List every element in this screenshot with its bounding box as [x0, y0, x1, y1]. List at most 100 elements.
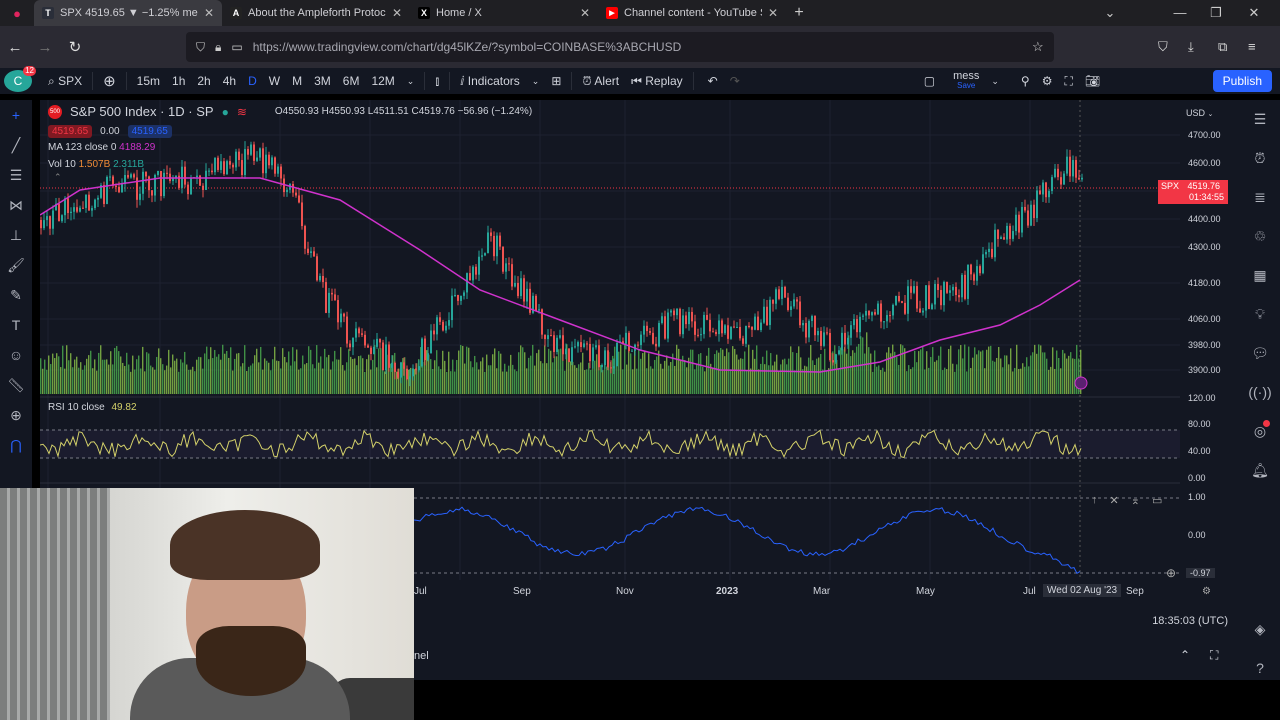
interval-w[interactable]: W: [263, 74, 286, 88]
rsi-legend[interactable]: RSI 10 close 49.82: [48, 402, 137, 413]
zoom-in-icon[interactable]: ⊕: [0, 400, 32, 430]
replay-button[interactable]: ⏮︎ Replay: [625, 74, 689, 89]
indicators-button[interactable]: ⅈ Indicators: [454, 74, 526, 88]
lock-icon[interactable]: 🔒︎: [215, 40, 221, 55]
bottom-tab-partial[interactable]: nel: [414, 650, 429, 662]
browser-tab-2[interactable]: X Home / X ✕: [410, 0, 598, 26]
object-tree-icon[interactable]: ≣: [1240, 178, 1280, 217]
maximize-panel-icon[interactable]: ⛶: [1210, 648, 1218, 663]
layout-name-button[interactable]: mess Save: [947, 71, 985, 91]
undo-icon[interactable]: ↶: [702, 74, 724, 88]
permissions-icon[interactable]: ▭: [231, 40, 242, 54]
close-tab-icon[interactable]: ✕: [768, 6, 778, 20]
interval-15m[interactable]: 15m: [131, 74, 166, 88]
hotlists-icon[interactable]: ♲: [1240, 217, 1280, 256]
add-plus-icon[interactable]: ⊕: [1166, 566, 1176, 580]
projection-icon[interactable]: ⊥: [0, 220, 32, 250]
streams-icon[interactable]: ◎: [1240, 412, 1280, 451]
utc-clock[interactable]: 18:35:03 (UTC): [1152, 615, 1228, 627]
interval-d[interactable]: D: [242, 74, 263, 88]
time-axis[interactable]: Jul Sep Nov 2023 Mar May Jul Wed 02 Aug …: [414, 584, 1240, 602]
brush-icon[interactable]: 🖌︎: [0, 250, 32, 280]
maximize-pane-icon[interactable]: ▭: [1152, 494, 1162, 507]
icons-smiley-icon[interactable]: ☺: [0, 340, 32, 370]
fullscreen-icon[interactable]: ⛶: [1058, 74, 1078, 89]
bid-pill[interactable]: 4519.65: [48, 125, 93, 138]
interval-3m[interactable]: 3M: [308, 74, 337, 88]
fib-tools-icon[interactable]: ☰: [0, 160, 32, 190]
interval-m[interactable]: M: [286, 74, 308, 88]
symbol-title[interactable]: S&P 500 Index · 1D · SP: [70, 104, 214, 119]
time-axis-settings-icon[interactable]: ⚙: [1202, 586, 1211, 597]
layouts-grid-icon[interactable]: ⊞: [545, 74, 567, 88]
symbol-search[interactable]: ⌕ SPX: [42, 74, 88, 89]
move-pane-up-icon[interactable]: ↑: [1092, 494, 1098, 507]
currency-selector[interactable]: USD ⌄: [1186, 108, 1213, 118]
minimize-icon[interactable]: —: [1162, 0, 1198, 26]
indicator-eye-icon[interactable]: ≋: [237, 105, 247, 119]
quick-search-icon[interactable]: ⚲: [1015, 74, 1036, 88]
close-tab-icon[interactable]: ✕: [580, 6, 590, 20]
alert-button[interactable]: ⏰︎ Alert: [576, 74, 625, 89]
layout-square-icon[interactable]: ▢: [918, 74, 941, 88]
redo-icon[interactable]: ↷: [724, 74, 746, 88]
compare-icon[interactable]: ⊕: [97, 72, 122, 90]
watchlist-icon[interactable]: ☰: [1240, 100, 1280, 139]
pen-icon[interactable]: ✎: [0, 280, 32, 310]
interval-dropdown-chevron-icon[interactable]: ⌄: [401, 76, 421, 87]
interval-12m[interactable]: 12M: [365, 74, 400, 88]
extensions-icon[interactable]: ⧉: [1218, 39, 1227, 55]
back-icon[interactable]: ←: [0, 39, 30, 56]
interval-6m[interactable]: 6M: [337, 74, 366, 88]
user-avatar[interactable]: C 12: [4, 66, 36, 92]
layout-chevron-icon[interactable]: ⌄: [985, 76, 1005, 87]
interval-4h[interactable]: 4h: [217, 74, 242, 88]
close-window-icon[interactable]: ✕: [1236, 0, 1272, 26]
trendline-icon[interactable]: ╱: [0, 130, 32, 160]
maximize-icon[interactable]: ❐: [1198, 0, 1234, 26]
notifications-bell-icon[interactable]: 🔔︎: [1240, 451, 1280, 490]
close-tab-icon[interactable]: ✕: [392, 6, 402, 20]
interval-2h[interactable]: 2h: [191, 74, 216, 88]
calendar-icon[interactable]: ▦: [1240, 256, 1280, 295]
browser-tab-0[interactable]: T SPX 4519.65 ▼ −1.25% mess ✕: [34, 0, 222, 26]
url-field[interactable]: ⛉ 🔒︎ ▭ https://www.tradingview.com/chart…: [186, 32, 1054, 62]
crosshair-icon[interactable]: +: [0, 100, 32, 130]
alerts-clock-icon[interactable]: ⏰︎: [1240, 139, 1280, 178]
patterns-icon[interactable]: ⋈: [0, 190, 32, 220]
forward-icon[interactable]: →: [30, 39, 60, 56]
ask-pill[interactable]: 4519.65: [127, 125, 172, 138]
interval-1h[interactable]: 1h: [166, 74, 191, 88]
collapse-pane-icon[interactable]: ⌅: [1131, 494, 1140, 507]
ma-legend[interactable]: MA 123 close 0 4188.29: [48, 142, 532, 153]
publish-button[interactable]: Publish: [1212, 70, 1272, 92]
delete-pane-icon[interactable]: ✕: [1110, 494, 1119, 507]
downloads-icon[interactable]: ⤓: [1188, 39, 1194, 55]
chat-icon[interactable]: 💬︎: [1240, 334, 1280, 373]
text-icon[interactable]: T: [0, 310, 32, 340]
shield-icon[interactable]: ⛉: [196, 40, 205, 55]
app-menu-icon[interactable]: ≡: [1248, 39, 1256, 54]
ruler-icon[interactable]: 📏︎: [0, 370, 32, 400]
indicators-templates-chevron-icon[interactable]: ⌄: [526, 76, 546, 87]
magnet-icon[interactable]: ⋂: [0, 430, 32, 460]
browser-menu-icon[interactable]: ●: [0, 6, 34, 21]
expand-panel-chevron-icon[interactable]: ⌃: [1180, 648, 1190, 662]
settings-gear-icon[interactable]: ⚙: [1036, 74, 1059, 88]
tab-list-chevron-icon[interactable]: ⌄: [1092, 0, 1128, 26]
new-tab-icon[interactable]: +: [786, 4, 812, 22]
pocket-icon[interactable]: ⛉: [1158, 39, 1168, 55]
collapse-legend-icon[interactable]: ⌃: [54, 172, 532, 183]
volume-bars: [40, 332, 1082, 394]
bookmark-star-icon[interactable]: ☆: [1032, 39, 1044, 55]
close-tab-icon[interactable]: ✕: [204, 6, 214, 20]
candles-icon[interactable]: ⫾: [429, 74, 445, 89]
browser-tab-3[interactable]: ▶ Channel content - YouTube Studio ✕: [598, 0, 786, 26]
layers-icon[interactable]: ◈: [1240, 610, 1280, 649]
vol-legend[interactable]: Vol 10 1.507B 2.311B: [48, 159, 532, 170]
reload-icon[interactable]: ↻: [60, 38, 90, 56]
browser-tab-1[interactable]: A About the Ampleforth Protocol ✕: [222, 0, 410, 26]
ideas-bulb-icon[interactable]: 💡︎: [1240, 295, 1280, 334]
camera-snapshot-icon[interactable]: 📷︎: [1079, 74, 1106, 88]
signal-icon[interactable]: ((·)): [1240, 373, 1280, 412]
